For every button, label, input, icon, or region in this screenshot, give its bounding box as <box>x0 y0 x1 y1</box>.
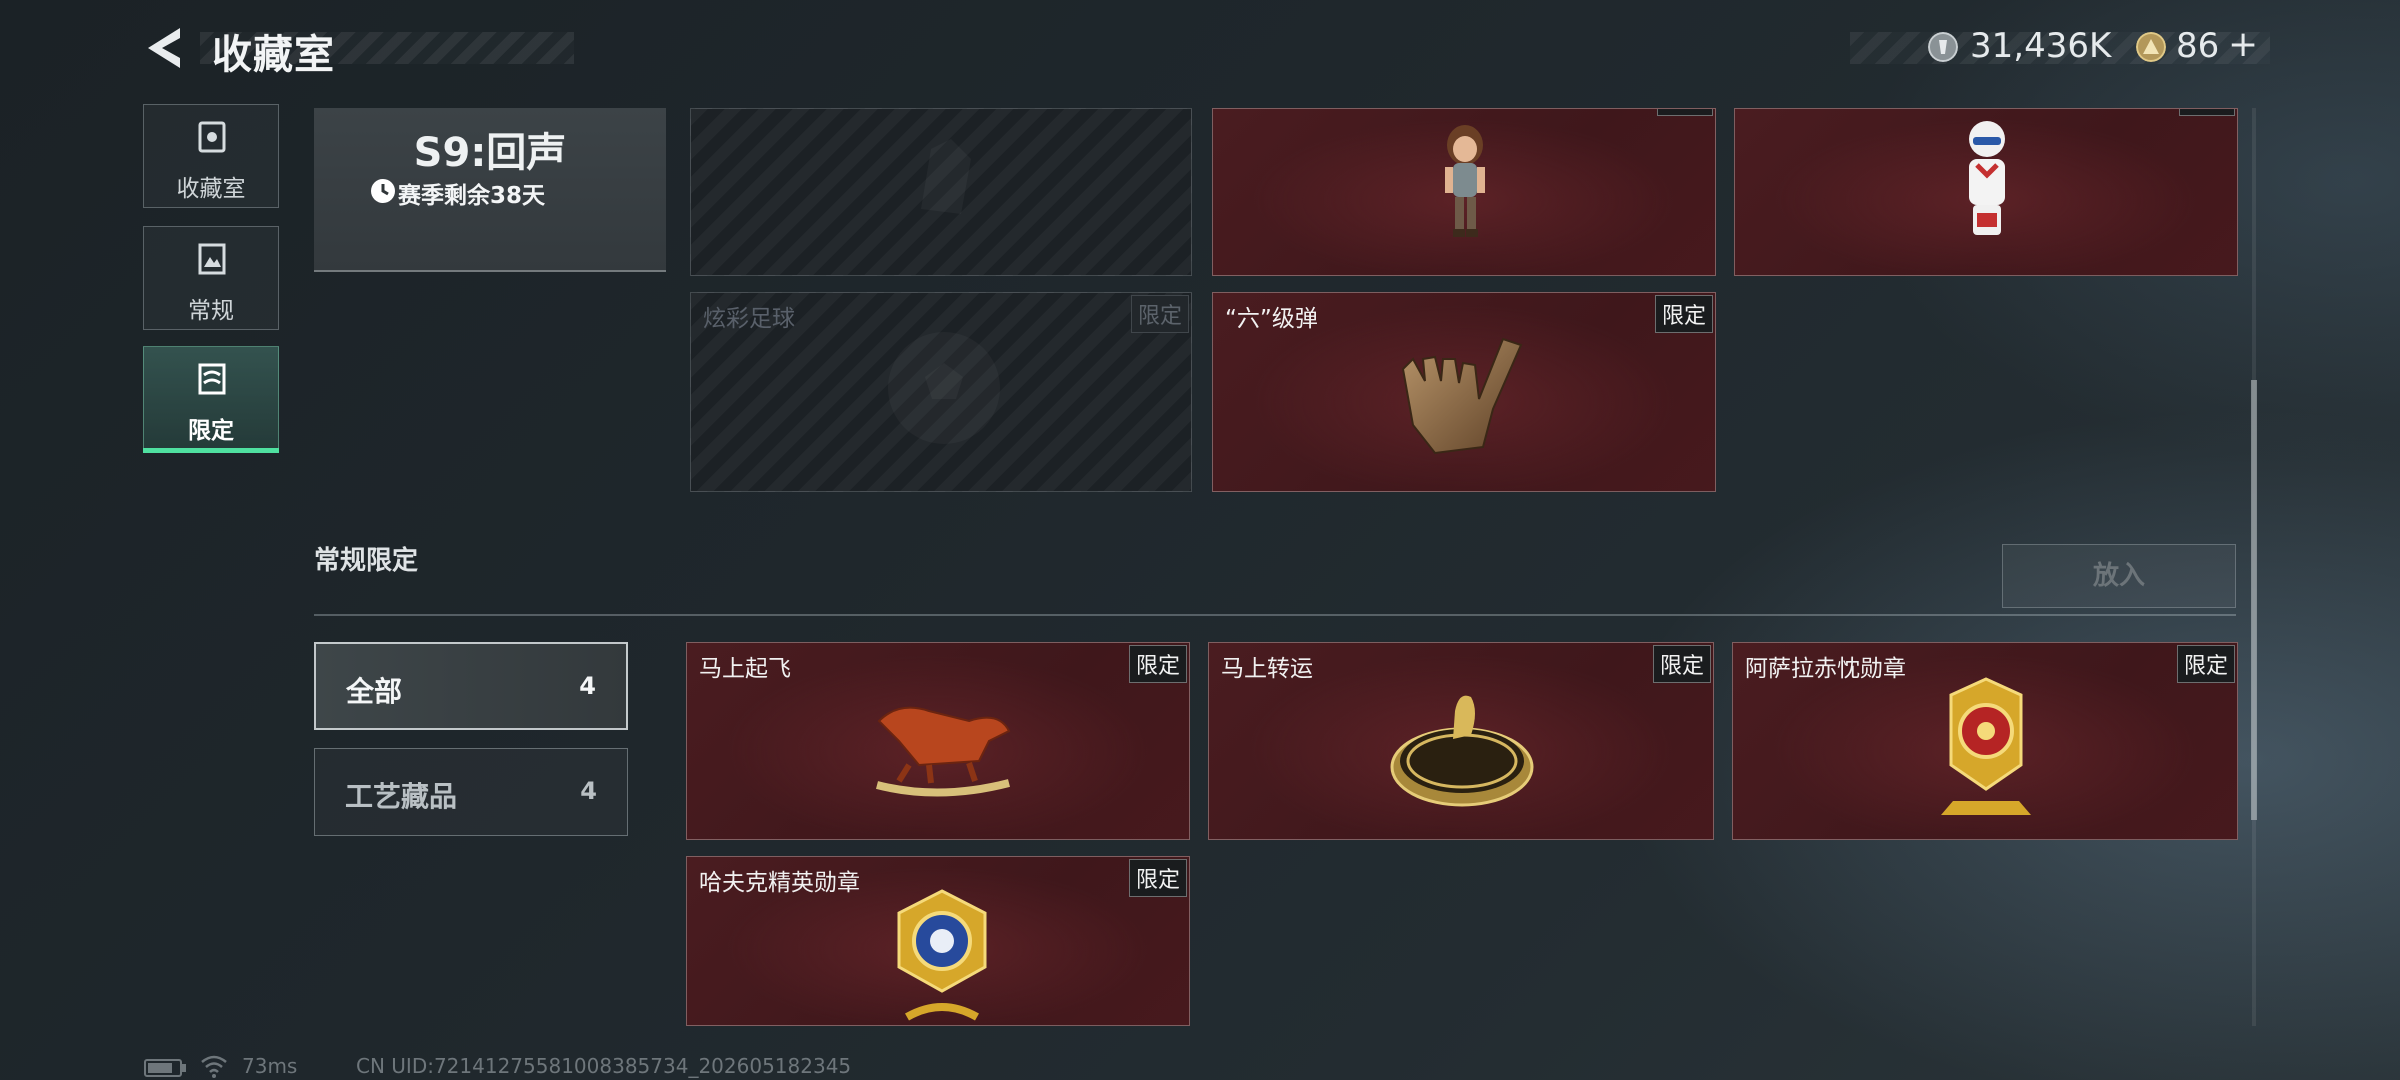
limited-badge: 限定 <box>1652 645 1711 683</box>
season-remaining: 赛季剩余38天 <box>398 183 546 209</box>
active-tab-indicator <box>143 448 279 453</box>
soccer-ball-icon <box>925 363 963 399</box>
filter-label: 全部 <box>346 675 403 708</box>
sidebar-item-label: 收藏室 <box>176 176 246 202</box>
limited-badge: 限定 <box>1128 645 1187 683</box>
section-divider <box>314 614 2236 616</box>
collectible-silhouette-icon <box>921 139 971 214</box>
ping-indicator: 73ms <box>242 1054 298 1078</box>
collectible-name: 阿萨拉赤忱勋章 <box>1745 656 1906 682</box>
lucky-wheel-icon <box>1390 695 1534 807</box>
figure-chef-icon <box>1969 121 2005 235</box>
scrollbar-thumb[interactable] <box>2251 380 2257 820</box>
sidebar-item-label: 限定 <box>188 418 234 444</box>
season-name: S9:回声 <box>413 130 567 176</box>
add-token-button[interactable]: + <box>2228 24 2258 65</box>
sidebar-item-vault[interactable]: 收藏室 <box>143 104 279 208</box>
collectible-card[interactable]: “六”级弹 限定 <box>1212 292 1716 492</box>
collectible-name: “六”级弹 <box>1225 306 1318 332</box>
limited-badge <box>1657 109 1713 116</box>
limited-badge: 限定 <box>1128 859 1187 897</box>
collectible-card[interactable]: 阿萨拉赤忱勋章 限定 <box>1732 642 2238 840</box>
collectible-name: 马上起飞 <box>699 656 791 682</box>
filter-craft[interactable]: 工艺藏品 4 <box>314 748 628 836</box>
filter-all[interactable]: 全部 4 <box>314 642 628 730</box>
wifi-icon <box>201 1055 227 1078</box>
collectible-name: 马上转运 <box>1221 656 1313 682</box>
clock-icon <box>371 179 395 203</box>
asala-medal-icon <box>1941 677 2031 815</box>
battery-icon <box>144 1059 186 1077</box>
uid-text: CN UID:72141275581008385734_202605182345 <box>356 1054 852 1078</box>
collectible-name: 哈夫克精英勋章 <box>699 870 860 896</box>
filter-label: 工艺藏品 <box>345 780 458 813</box>
token-icon <box>2136 32 2166 62</box>
collectible-card[interactable]: 马上起飞 限定 <box>686 642 1190 840</box>
collectible-card[interactable]: 哈夫克精英勋章 限定 <box>686 856 1190 1026</box>
rocking-horse-icon <box>876 706 1011 797</box>
page-title: 收藏室 <box>212 32 335 78</box>
limited-icon <box>198 363 226 395</box>
limited-badge: 限定 <box>2176 645 2235 683</box>
collectible-card[interactable] <box>1734 108 2238 276</box>
shaka-hand-icon <box>1401 337 1523 455</box>
token-balance: 86 <box>2176 26 2220 66</box>
sidebar-item-limited[interactable]: 限定 <box>143 346 279 450</box>
haavk-medal-icon <box>897 889 987 1021</box>
back-arrow-icon[interactable] <box>142 24 186 72</box>
sidebar-item-regular[interactable]: 常规 <box>143 226 279 330</box>
limited-badge <box>2179 109 2235 116</box>
filter-count: 4 <box>579 672 596 700</box>
section-title: 常规限定 <box>314 546 419 576</box>
limited-badge: 限定 <box>1130 295 1189 333</box>
filter-count: 4 <box>580 777 597 805</box>
figure-girl-icon <box>1445 125 1485 237</box>
collectible-card[interactable] <box>1212 108 1716 276</box>
collectible-name: 炫彩足球 <box>703 306 795 332</box>
vault-icon <box>198 121 226 153</box>
collectible-card[interactable]: 马上转运 限定 <box>1208 642 1714 840</box>
put-in-button[interactable]: 放入 <box>2002 544 2236 608</box>
coin-icon <box>1928 32 1958 62</box>
document-icon <box>198 243 226 275</box>
limited-badge: 限定 <box>1654 295 1713 333</box>
sidebar-item-label: 常规 <box>188 298 234 324</box>
season-card: S9:回声 赛季剩余38天 <box>314 108 666 272</box>
coin-balance: 31,436K <box>1970 26 2112 66</box>
collectible-card[interactable]: 炫彩足球 限定 <box>690 292 1192 492</box>
collectible-card[interactable] <box>690 108 1192 276</box>
